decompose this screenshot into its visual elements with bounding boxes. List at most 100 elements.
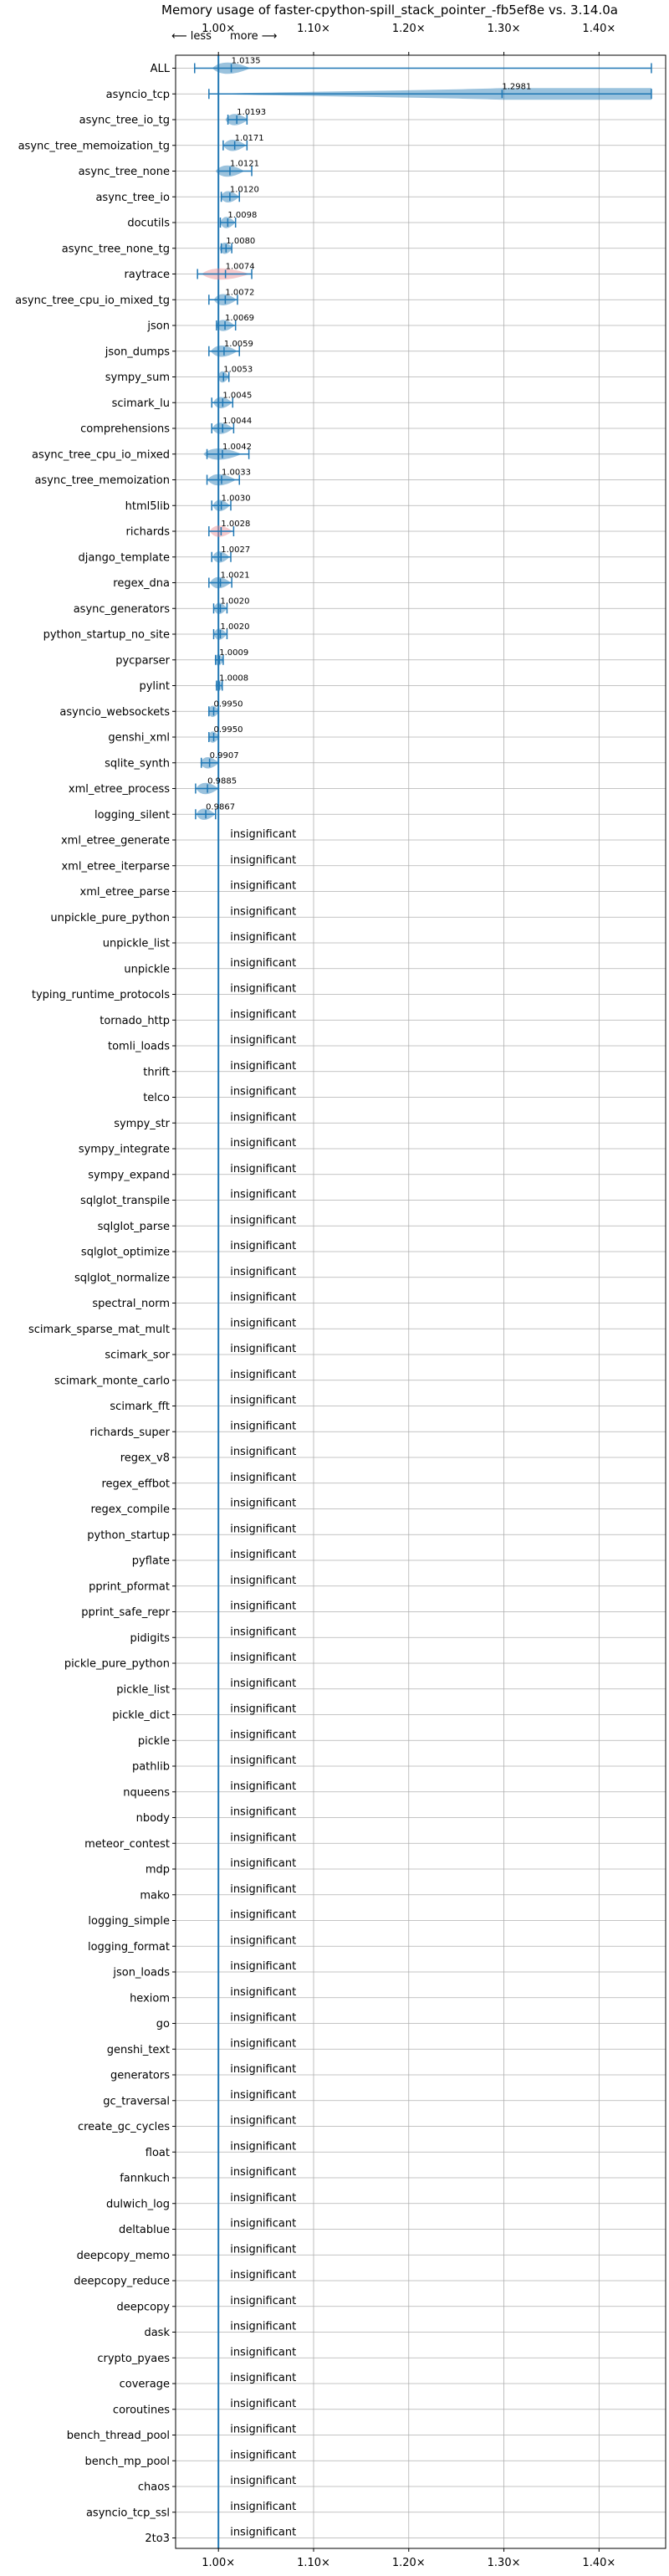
category-label: sqlglot_normalize	[74, 1272, 170, 1284]
category-label: django_template	[79, 551, 170, 564]
insignificant-label: insignificant	[230, 2527, 296, 2539]
data-label: 0.9950	[214, 699, 243, 709]
category-label: coverage	[120, 2379, 170, 2391]
insignificant-label: insignificant	[230, 2269, 296, 2282]
insignificant-label: insignificant	[230, 1883, 296, 1896]
category-label: dask	[144, 2327, 170, 2339]
insignificant-label: insignificant	[230, 1703, 296, 1716]
insignificant-label: insignificant	[230, 2218, 296, 2230]
data-label: 1.0074	[226, 263, 255, 272]
category-label: logging_silent	[94, 809, 170, 822]
category-label: scimark_sor	[105, 1349, 170, 1362]
data-label: 0.9867	[206, 802, 235, 812]
category-label: regex_dna	[113, 577, 170, 590]
category-label: genshi_xml	[108, 732, 170, 745]
data-label: 0.9885	[207, 777, 237, 786]
category-label: nqueens	[123, 1786, 170, 1799]
category-label: regex_effbot	[101, 1477, 170, 1490]
x-tick-label-bottom: 1.20×	[392, 2557, 426, 2569]
data-label: 1.0059	[224, 340, 253, 349]
data-label: 1.0120	[230, 185, 259, 194]
x-tick-label-bottom: 1.30×	[488, 2557, 521, 2569]
data-label: 0.9950	[214, 725, 243, 735]
category-label: tomli_loads	[108, 1041, 170, 1053]
category-label: asyncio_tcp	[106, 89, 170, 101]
insignificant-label: insignificant	[230, 1549, 296, 1561]
category-label: mako	[140, 1889, 170, 1902]
x-tick-label-bottom: 1.10×	[297, 2557, 330, 2569]
data-label: 1.0135	[232, 57, 261, 66]
category-label: sympy_expand	[88, 1169, 170, 1181]
data-label: 1.0027	[221, 545, 250, 555]
category-label: scimark_fft	[110, 1401, 170, 1413]
data-label: 1.0053	[223, 366, 253, 375]
data-label: 1.0028	[221, 520, 250, 529]
category-label: unpickle_pure_python	[50, 912, 170, 924]
category-label: deepcopy	[116, 2301, 170, 2313]
category-label: async_tree_memoization	[34, 474, 170, 487]
insignificant-label: insignificant	[230, 1498, 296, 1510]
data-label: 1.2981	[502, 82, 531, 91]
insignificant-label: insignificant	[230, 1317, 296, 1329]
category-label: fannkuch	[120, 2173, 170, 2185]
category-label: nbody	[136, 1812, 171, 1825]
category-label: pathlib	[132, 1761, 170, 1774]
category-label: asyncio_websockets	[59, 706, 170, 719]
insignificant-label: insignificant	[230, 1189, 296, 1201]
insignificant-label: insignificant	[230, 1626, 296, 1638]
category-label: crypto_pyaes	[97, 2353, 170, 2365]
category-label: xml_etree_process	[69, 783, 170, 796]
data-label: 1.0069	[225, 314, 254, 323]
category-label: regex_v8	[120, 1452, 170, 1465]
x-tick-label-bottom: 1.40×	[582, 2557, 615, 2569]
data-label: 1.0020	[220, 622, 249, 632]
insignificant-label: insignificant	[230, 1857, 296, 1870]
category-label: logging_format	[88, 1941, 170, 1954]
insignificant-label: insignificant	[230, 1523, 296, 1535]
x-tick-label-top: 1.10×	[297, 23, 330, 35]
category-label: python_startup	[87, 1529, 170, 1542]
category-label: spectral_norm	[92, 1298, 170, 1310]
insignificant-label: insignificant	[230, 1086, 296, 1099]
data-label: 1.0080	[226, 237, 255, 246]
category-label: genshi_text	[107, 2044, 170, 2056]
category-label: logging_simple	[88, 1915, 170, 1928]
category-label: json_dumps	[105, 346, 170, 358]
insignificant-label: insignificant	[230, 854, 296, 867]
category-label: bench_mp_pool	[84, 2456, 170, 2468]
category-label: async_tree_none	[79, 166, 170, 178]
x-tick-label-top: 1.30×	[488, 23, 521, 35]
category-label: sqlglot_transpile	[80, 1195, 170, 1207]
category-label: float	[146, 2147, 170, 2159]
category-label: python_startup_no_site	[43, 629, 170, 642]
insignificant-label: insignificant	[230, 2346, 296, 2358]
insignificant-label: insignificant	[230, 2192, 296, 2205]
category-label: pickle	[138, 1735, 170, 1748]
insignificant-label: insignificant	[230, 2295, 296, 2307]
insignificant-label: insignificant	[230, 2475, 296, 2487]
category-label: gc_traversal	[103, 2095, 170, 2107]
category-label: async_tree_memoization_tg	[18, 140, 170, 152]
category-label: async_tree_cpu_io_mixed_tg	[15, 294, 170, 307]
category-label: raytrace	[124, 269, 170, 281]
category-label: unpickle	[124, 963, 170, 976]
data-label: 1.0045	[222, 391, 252, 400]
category-label: richards	[126, 526, 171, 539]
category-label: mdp	[146, 1864, 170, 1877]
insignificant-label: insignificant	[230, 2037, 296, 2050]
insignificant-label: insignificant	[230, 1831, 296, 1844]
insignificant-label: insignificant	[230, 1652, 296, 1664]
insignificant-label: insignificant	[230, 1754, 296, 1767]
insignificant-label: insignificant	[230, 2321, 296, 2333]
memory-usage-chart: Memory usage of faster-cpython-spill_sta…	[15, 3, 666, 2569]
category-label: create_gc_cycles	[78, 2121, 170, 2133]
category-label: generators	[110, 2070, 170, 2082]
category-label: asyncio_tcp_ssl	[86, 2507, 170, 2519]
category-label: sqlite_synth	[105, 757, 170, 770]
insignificant-label: insignificant	[230, 2089, 296, 2102]
category-label: async_generators	[74, 603, 171, 616]
insignificant-label: insignificant	[230, 1472, 296, 1484]
data-label: 1.0171	[235, 134, 264, 143]
insignificant-label: insignificant	[230, 1343, 296, 1355]
data-label: 1.0008	[219, 674, 248, 684]
